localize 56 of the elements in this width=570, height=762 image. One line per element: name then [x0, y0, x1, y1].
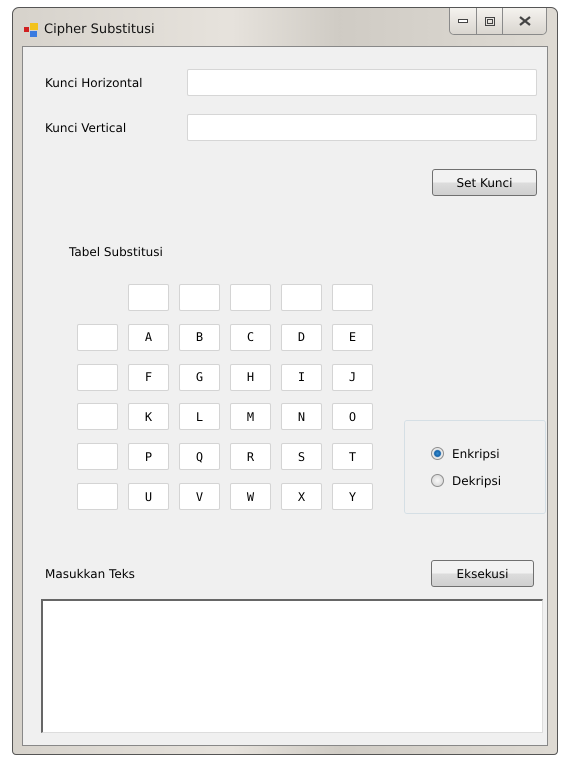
- letter-cell[interactable]: B: [179, 324, 220, 351]
- close-icon: [518, 16, 530, 26]
- letter-cell[interactable]: D: [281, 324, 322, 351]
- key-cell[interactable]: [77, 403, 118, 430]
- letter-cell[interactable]: F: [128, 364, 169, 391]
- input-field[interactable]: [186, 69, 537, 96]
- radio-option[interactable]: Enkripsi: [431, 446, 545, 460]
- maximize-icon: [484, 16, 494, 26]
- window-title: Cipher Substitusi: [44, 22, 155, 37]
- maximize-button[interactable]: [476, 8, 502, 34]
- minimize-icon: [458, 19, 468, 23]
- key-cell[interactable]: [179, 284, 220, 311]
- letter-cell[interactable]: K: [128, 403, 169, 430]
- letter-cell[interactable]: N: [281, 403, 322, 430]
- field-label: Kunci Vertical: [45, 120, 128, 134]
- close-button[interactable]: [502, 8, 546, 34]
- letter-cell[interactable]: Q: [179, 443, 220, 470]
- letter-cell[interactable]: R: [230, 443, 271, 470]
- radio-icon[interactable]: [431, 447, 444, 460]
- letter-cell[interactable]: I: [281, 364, 322, 391]
- letter-cell[interactable]: W: [230, 483, 271, 510]
- key-cell[interactable]: [128, 284, 169, 311]
- key-cell[interactable]: [77, 364, 118, 391]
- letter-cell[interactable]: A: [128, 324, 169, 351]
- minimize-button[interactable]: [450, 8, 476, 34]
- letter-cell[interactable]: H: [230, 364, 271, 391]
- key-cell[interactable]: [77, 324, 118, 351]
- input-label: Masukkan Teks: [45, 566, 135, 580]
- letter-cell[interactable]: E: [332, 324, 373, 351]
- letter-cell[interactable]: C: [230, 324, 271, 351]
- key-cell[interactable]: [77, 443, 118, 470]
- letter-cell[interactable]: X: [281, 483, 322, 510]
- table-title: Tabel Substitusi: [69, 245, 163, 259]
- letter-cell[interactable]: P: [128, 443, 169, 470]
- radio-icon[interactable]: [431, 474, 444, 487]
- set-key-button[interactable]: Set Kunci: [432, 169, 537, 196]
- letter-cell[interactable]: J: [332, 364, 373, 391]
- field-label: Kunci Horizontal: [45, 76, 144, 90]
- letter-cell[interactable]: V: [179, 483, 220, 510]
- key-cell[interactable]: [230, 284, 271, 311]
- text-area[interactable]: [41, 599, 543, 733]
- execute-button[interactable]: Eksekusi: [431, 560, 534, 587]
- letter-cell[interactable]: G: [179, 364, 220, 391]
- key-cell[interactable]: [281, 284, 322, 311]
- letter-cell[interactable]: U: [128, 483, 169, 510]
- letter-cell[interactable]: Y: [332, 483, 373, 510]
- letter-cell[interactable]: L: [179, 403, 220, 430]
- input-field[interactable]: [186, 114, 537, 141]
- letter-cell[interactable]: S: [281, 443, 322, 470]
- app-icon: [24, 23, 38, 37]
- letter-cell[interactable]: T: [332, 443, 373, 470]
- letter-cell[interactable]: O: [332, 403, 373, 430]
- radio-option[interactable]: Dekripsi: [431, 474, 545, 488]
- key-cell[interactable]: [332, 284, 373, 311]
- letter-cell[interactable]: M: [230, 403, 271, 430]
- key-cell[interactable]: [77, 483, 118, 510]
